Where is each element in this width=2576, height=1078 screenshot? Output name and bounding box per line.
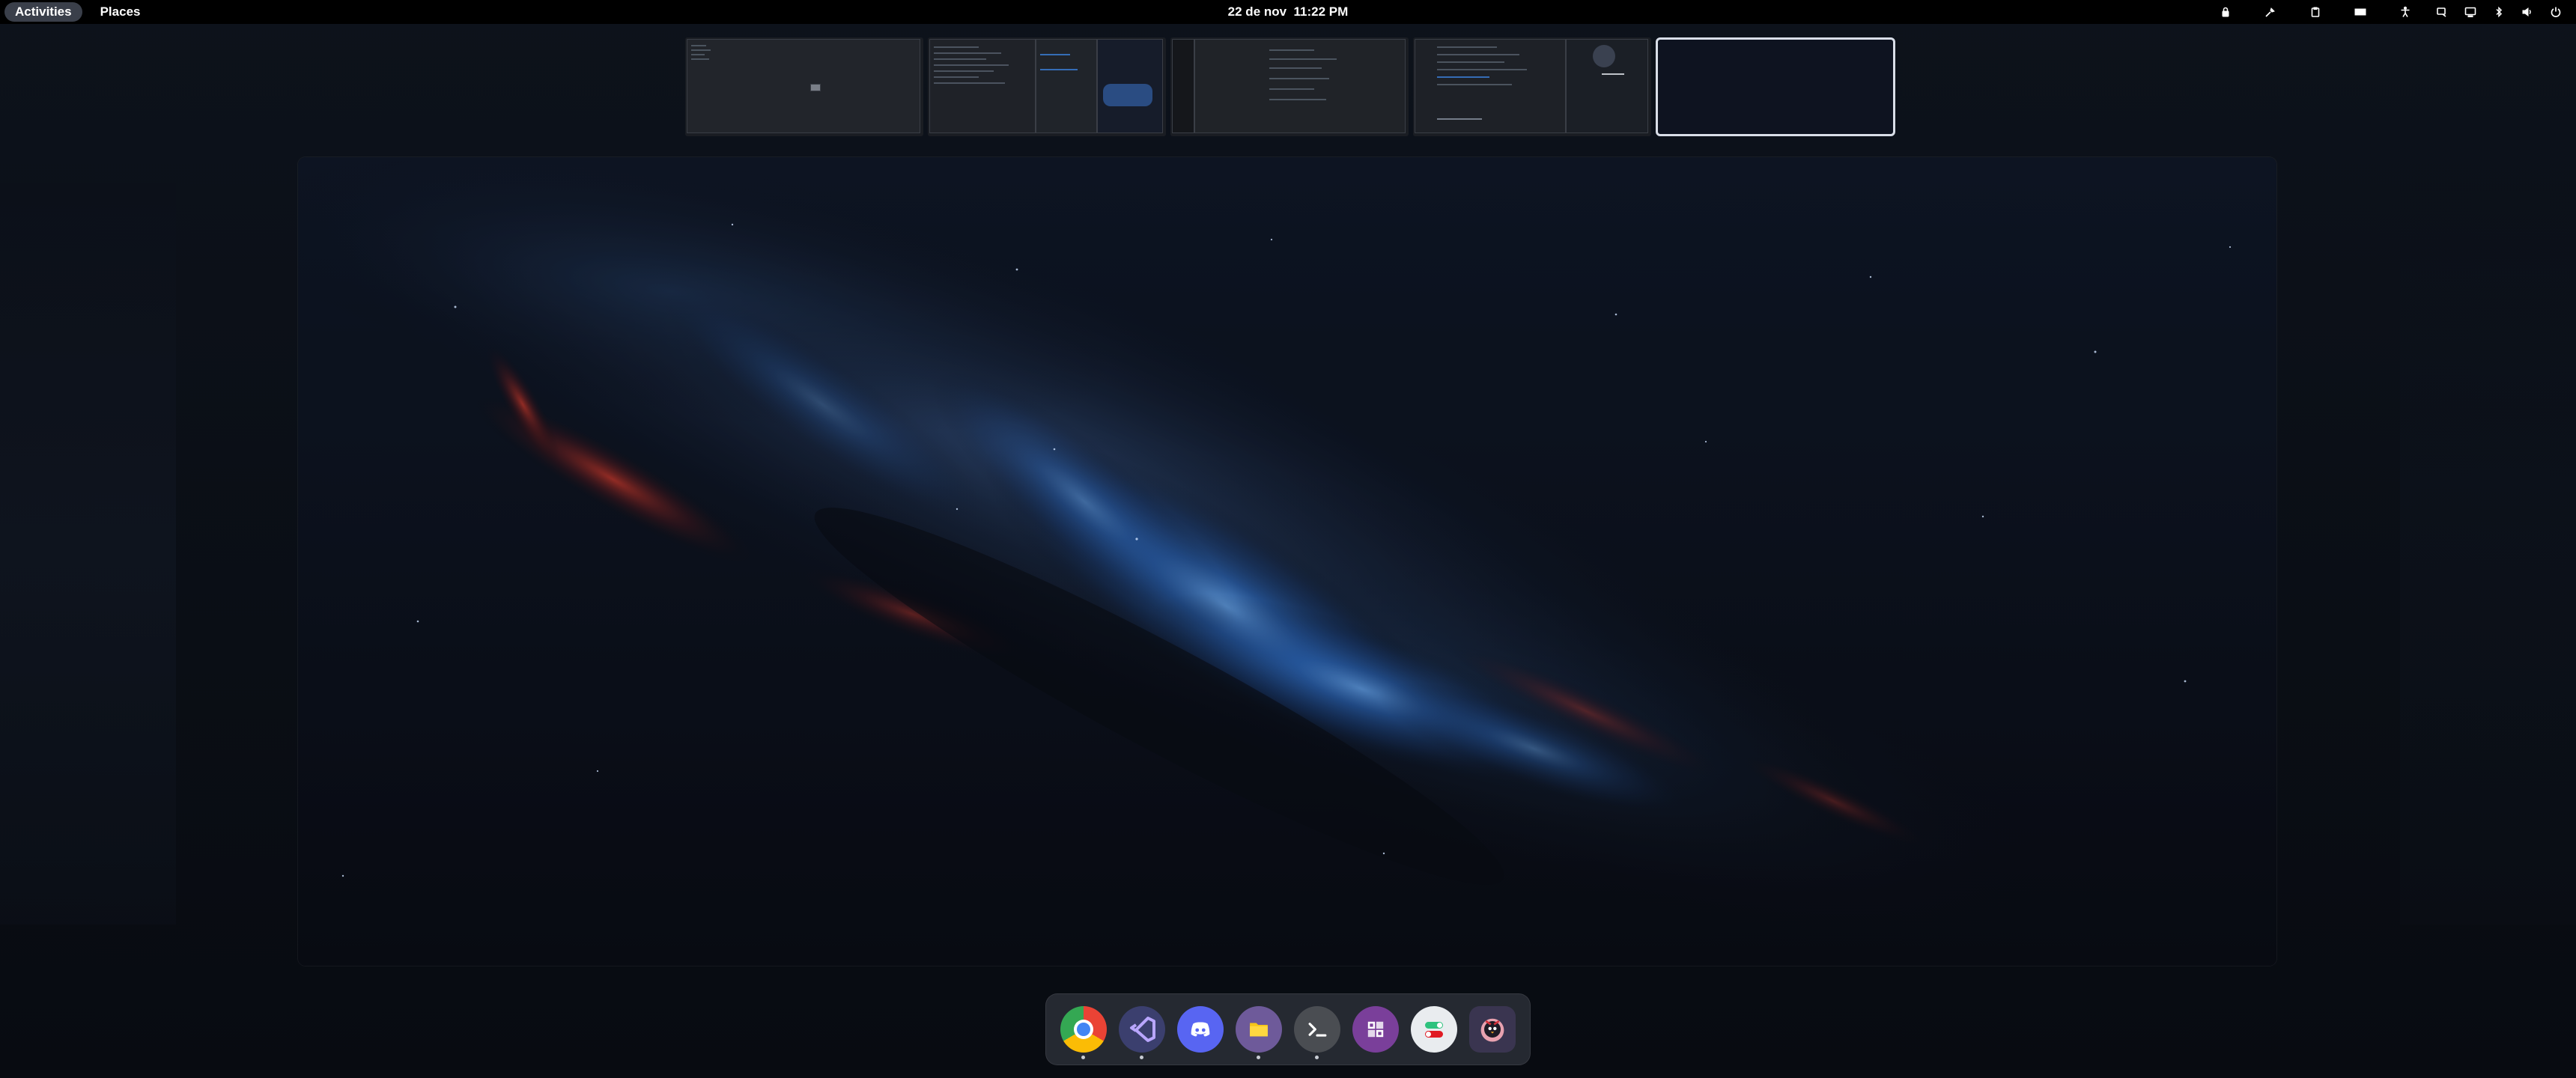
workspace-thumbnails [685,37,1895,136]
workspace-thumbnail-5[interactable] [1656,37,1895,136]
window-preview-line [1437,76,1489,78]
window-preview-line [1437,54,1519,55]
dock-app-discord[interactable] [1176,999,1224,1059]
dock-app-google-chrome[interactable] [1060,999,1108,1059]
dock-app-files[interactable] [1235,999,1283,1059]
window-preview-line [691,45,706,46]
color-picker-icon[interactable] [2248,0,2293,24]
active-workspace-preview[interactable] [298,157,2276,966]
window-preview-line [691,58,709,60]
window-preview-line [1269,78,1329,79]
running-indicator [1140,1056,1143,1059]
window-preview-line [934,70,994,72]
dock-app-pinguin[interactable] [1468,999,1516,1059]
window-preview-line [934,76,979,78]
window-preview-line [1269,49,1314,51]
accessibility-icon[interactable] [2383,0,2428,24]
volume-icon[interactable] [2513,0,2542,24]
window-preview [1172,39,1194,133]
dock [1045,993,1531,1065]
previous-workspace-preview[interactable] [0,183,176,925]
visual-studio-icon [1119,1006,1165,1053]
window-preview-line [1437,46,1497,48]
window-preview-line [1040,69,1078,70]
toggle-settings-icon [1411,1006,1457,1053]
window-preview-icon [810,84,821,91]
window-preview-line [1437,118,1482,120]
dock-app-terminal[interactable] [1293,999,1341,1059]
window-preview-line [934,82,1005,84]
window-preview-line [1269,58,1337,60]
window-preview-line [691,54,705,55]
window-preview-line [1269,99,1326,100]
discord-icon [1177,1006,1224,1053]
window-preview-line [1269,67,1322,69]
penguin-app-icon [1469,1006,1516,1053]
window-preview-line [934,52,1001,54]
window-preview-line [1437,69,1527,70]
power-icon[interactable] [2542,0,2570,24]
workspace-thumbnail-4[interactable] [1413,37,1651,136]
window-preview-line [934,46,979,48]
folder-icon [1236,1006,1282,1053]
clipboard-icon[interactable] [2293,0,2338,24]
chrome-icon [1060,1006,1107,1053]
terminal-icon [1294,1006,1340,1053]
dock-app-tweaks[interactable] [1410,999,1458,1059]
window-preview [1036,39,1097,133]
activities-button[interactable]: Activities [4,2,82,22]
window-preview-wallpaper [1103,84,1152,106]
dock-app-extension-manager[interactable] [1352,999,1400,1059]
nebula-wallpaper [298,157,2276,966]
window-preview-line [1437,84,1512,85]
window-preview-line [691,49,711,51]
running-indicator [1081,1056,1085,1059]
window-preview-line [934,58,986,60]
window-preview [687,39,920,133]
clipboard-lock-icon[interactable] [2203,0,2248,24]
layout-icon[interactable] [2338,0,2383,24]
workspace-thumbnail-3[interactable] [1170,37,1409,136]
next-workspace-preview[interactable] [2400,183,2576,925]
workspace-thumbnail-1[interactable] [685,37,923,136]
clock[interactable]: 22 de nov 11:22 PM [1213,0,1363,24]
window-preview-line [1437,61,1504,63]
workspace-thumbnail-2[interactable] [928,37,1166,136]
window-preview-line [1040,54,1070,55]
places-menu[interactable]: Places [90,2,151,22]
running-indicator [1257,1056,1260,1059]
window-preview-line [1602,73,1624,75]
screen-icon[interactable] [2456,0,2485,24]
top-bar: Activities Places 22 de nov 11:22 PM [0,0,2576,24]
window-preview-line [1269,88,1314,90]
bluetooth-icon[interactable] [2485,0,2513,24]
top-bar-left: Activities Places [4,0,151,24]
system-tray [2203,0,2570,24]
desktop-overview: Activities Places 22 de nov 11:22 PM [0,0,2576,1078]
running-indicator [1315,1056,1319,1059]
extension-manager-icon [1352,1006,1399,1053]
display-icon[interactable] [2428,0,2456,24]
window-preview-line [934,64,1009,66]
dock-app-visual-studio[interactable] [1118,999,1166,1059]
window-preview [1194,39,1406,133]
window-preview-logo [1593,45,1615,67]
